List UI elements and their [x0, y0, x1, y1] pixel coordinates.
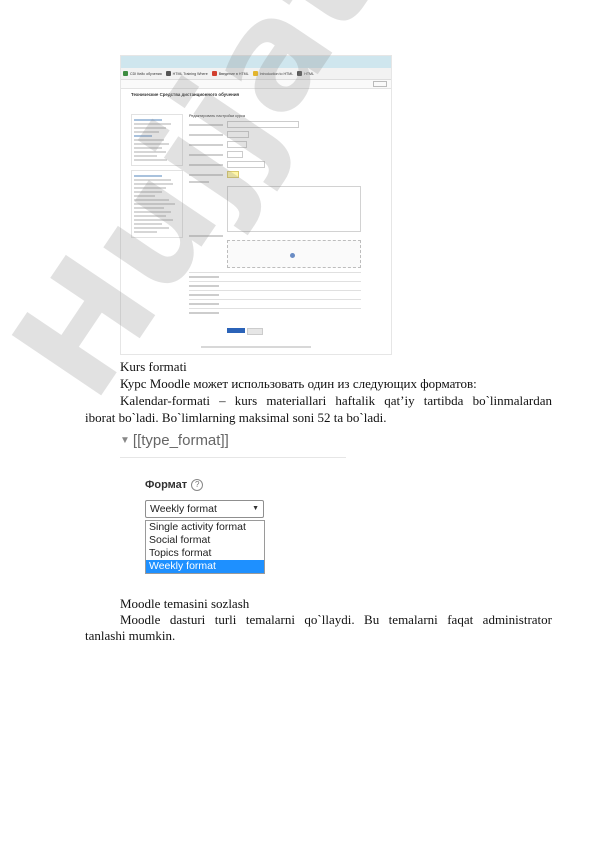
navigation-block	[131, 114, 183, 166]
course-settings-form: Редактировать настройки курса	[189, 114, 361, 317]
document-page: CDI Кейс обучения HTML Training Where Вв…	[0, 0, 596, 842]
format-option[interactable]: Single activity format	[146, 521, 264, 534]
browser-titlebar	[121, 56, 391, 68]
browser-urlbar	[121, 80, 391, 89]
footer-text	[201, 346, 311, 348]
description-editor	[227, 186, 361, 232]
dropdown-arrow-icon: ▼	[252, 505, 259, 512]
tab-favicon-icon	[211, 71, 217, 76]
breadcrumb	[121, 97, 391, 103]
browser-tab: Introduction to HTML	[252, 71, 293, 76]
tab-favicon-icon	[165, 71, 171, 76]
tab-favicon-icon	[252, 71, 258, 76]
tab-favicon-icon	[123, 71, 128, 76]
paragraph-theme-line2: tanlashi mumkin.	[85, 628, 176, 643]
file-drop-area	[227, 240, 361, 268]
save-button	[227, 328, 245, 333]
format-option[interactable]: Topics format	[146, 547, 264, 560]
search-button	[373, 81, 387, 87]
format-option[interactable]: Social format	[146, 534, 264, 547]
heading-kurs-formati: Kurs formati	[120, 359, 187, 374]
browser-tab: Введение в HTML	[211, 71, 249, 76]
format-field-label: Формат ?	[145, 479, 204, 491]
paragraph-calendar-line2: iborat bo`ladi. Bo`limlarning maksimal s…	[85, 410, 387, 425]
browser-tab: CDI Кейс обучения	[123, 71, 162, 76]
left-blocks	[131, 114, 183, 242]
cancel-button	[247, 328, 263, 335]
tab-favicon-icon	[297, 71, 303, 76]
moodle-course-settings-screenshot: CDI Кейс обучения HTML Training Where Вв…	[120, 55, 392, 355]
format-section-header[interactable]: ▼ [[type_format]]	[120, 432, 229, 449]
browser-tab: HTML	[297, 71, 314, 76]
paragraph-calendar-line1: Kalendar-formati – kurs materiallari haf…	[120, 393, 552, 408]
question-circle-icon[interactable]: ?	[191, 479, 204, 491]
collapse-caret-icon: ▼	[120, 435, 130, 446]
divider	[120, 457, 346, 458]
moodle-site-heading: Технические Средства дистанционного обуч…	[131, 92, 240, 97]
heading-moodle-theme: Moodle temasini sozlash	[120, 596, 250, 611]
browser-tab: HTML Training Where	[165, 71, 208, 76]
upload-icon	[290, 253, 295, 258]
format-option-selected[interactable]: Weekly format	[146, 560, 264, 573]
selected-format: Weekly format	[150, 503, 217, 515]
section-title: [[type_format]]	[132, 432, 229, 449]
form-title: Редактировать настройки курса	[189, 114, 245, 118]
format-options-list: Single activity format Social format Top…	[145, 520, 265, 574]
format-settings-screenshot: ▼ [[type_format]] Формат ? Weekly format…	[120, 432, 352, 582]
paragraph-theme-line1: Moodle dasturi turli temalarni qo`llaydi…	[120, 612, 552, 627]
russian-sentence: Курс Moodle может использовать один из с…	[120, 376, 477, 391]
administration-block	[131, 170, 183, 238]
format-select[interactable]: Weekly format ▼	[145, 500, 264, 518]
browser-tabs: CDI Кейс обучения HTML Training Where Вв…	[121, 68, 391, 80]
